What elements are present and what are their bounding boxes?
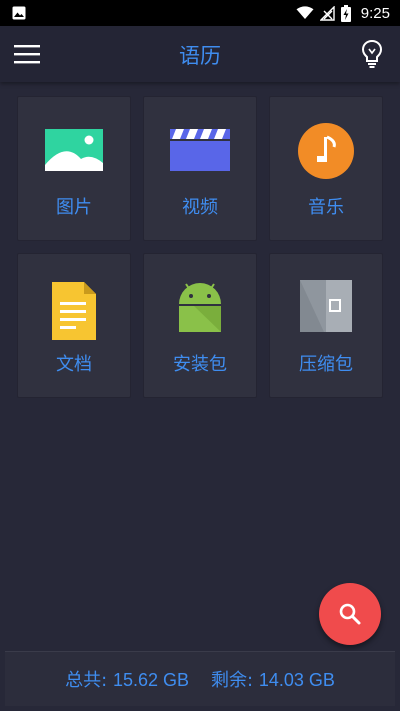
category-images[interactable]: 图片 (17, 96, 131, 241)
image-icon (18, 129, 130, 177)
category-videos[interactable]: 视频 (143, 96, 257, 241)
lightbulb-icon[interactable] (360, 39, 384, 69)
category-label: 视频 (182, 197, 218, 218)
music-note-icon (270, 123, 382, 179)
document-icon (18, 282, 130, 340)
search-icon (339, 603, 361, 625)
storage-total: 总共: 15.62 GB (65, 666, 189, 692)
category-label: 文档 (56, 354, 92, 375)
storage-free-label: 剩余: (211, 670, 254, 691)
category-documents[interactable]: 文档 (17, 253, 131, 398)
storage-free-value: 14.03 GB (258, 670, 335, 690)
gallery-notification-icon (12, 6, 26, 20)
search-fab-button[interactable] (319, 583, 381, 645)
video-clapper-icon (144, 129, 256, 177)
no-signal-icon (319, 5, 335, 21)
storage-free: 剩余: 14.03 GB (211, 666, 335, 692)
archive-icon (270, 280, 382, 334)
battery-charging-icon (340, 4, 351, 22)
category-label: 压缩包 (299, 354, 353, 375)
app-title: 语历 (179, 44, 221, 68)
category-music[interactable]: 音乐 (269, 96, 383, 241)
category-label: 图片 (56, 197, 92, 218)
storage-total-label: 总共: (65, 670, 108, 691)
category-apks[interactable]: 安装包 (143, 253, 257, 398)
wifi-icon (296, 6, 314, 19)
storage-summary: 总共: 15.62 GB 剩余: 14.03 GB (5, 651, 395, 706)
status-bar: 9:25 (0, 0, 400, 26)
category-label: 音乐 (308, 197, 344, 218)
category-archives[interactable]: 压缩包 (269, 253, 383, 398)
app-bar: 语历 (0, 26, 400, 82)
storage-total-value: 15.62 GB (112, 670, 189, 690)
category-label: 安装包 (173, 354, 227, 375)
clock: 9:25 (360, 4, 390, 22)
android-icon (144, 283, 256, 334)
